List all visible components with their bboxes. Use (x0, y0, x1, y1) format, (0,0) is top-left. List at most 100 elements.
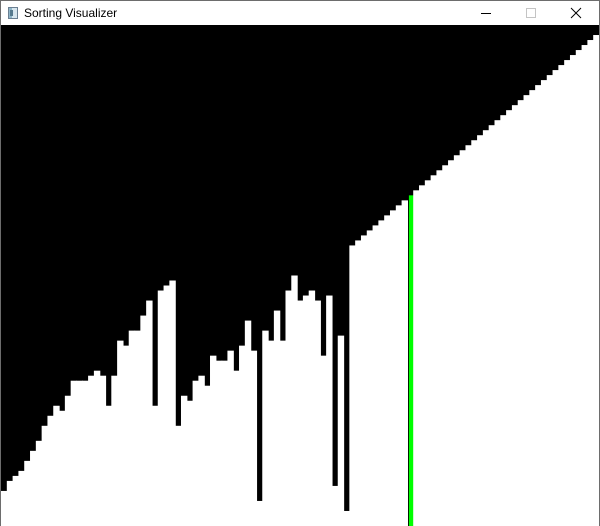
bar (401, 200, 409, 526)
bar (494, 120, 501, 526)
bar (343, 510, 350, 526)
bar (18, 470, 25, 526)
bar (500, 115, 507, 526)
bar (587, 40, 594, 526)
title-bar[interactable]: Sorting Visualizer (1, 1, 599, 25)
bar (459, 150, 467, 526)
bar (59, 410, 66, 526)
minimize-button[interactable] (463, 1, 509, 25)
bar (146, 300, 153, 526)
bar (76, 380, 83, 526)
bar (279, 340, 287, 526)
bar (210, 355, 217, 526)
bar (204, 385, 211, 526)
bar (30, 450, 37, 526)
bar (442, 165, 449, 526)
bar (558, 65, 565, 526)
bar (569, 55, 577, 526)
bar (308, 290, 316, 526)
bar (151, 405, 159, 526)
bar (134, 330, 141, 526)
bar (93, 370, 101, 526)
bar (436, 170, 443, 526)
bar (471, 140, 478, 526)
bar (268, 340, 275, 526)
bar (24, 460, 31, 526)
bar (302, 295, 310, 526)
bar (413, 190, 420, 526)
bar (35, 440, 43, 526)
bar (192, 380, 199, 526)
bar (169, 280, 176, 526)
bar (511, 105, 519, 526)
bar (366, 230, 374, 526)
bar (430, 175, 438, 526)
bar (389, 210, 397, 526)
sort-canvas (1, 25, 599, 526)
bar (564, 60, 571, 526)
bar (523, 95, 530, 526)
minimize-icon (481, 13, 491, 14)
bar (88, 375, 95, 526)
bar (250, 350, 258, 526)
bar (157, 290, 165, 526)
bar (99, 375, 107, 526)
bar (477, 135, 484, 526)
bar (117, 340, 124, 526)
bar (337, 335, 345, 526)
bar (314, 300, 321, 526)
bar (41, 425, 49, 526)
bar (593, 35, 599, 526)
maximize-button[interactable] (508, 1, 554, 25)
bar (349, 245, 356, 526)
bar (180, 395, 188, 526)
bar (64, 395, 72, 526)
bar (122, 345, 130, 526)
bar (546, 75, 554, 526)
bar (233, 370, 240, 526)
bar (326, 295, 333, 526)
bar (424, 180, 432, 526)
bar (419, 185, 426, 526)
bar (355, 240, 362, 526)
bar (111, 375, 118, 526)
bar (453, 155, 461, 526)
bar (448, 160, 455, 526)
bar (273, 310, 281, 526)
bar (517, 100, 525, 526)
bar (581, 45, 588, 526)
bar (378, 220, 385, 526)
bar (215, 360, 223, 526)
bar (395, 205, 403, 526)
bar (575, 50, 583, 526)
bar (360, 235, 368, 526)
bar (256, 500, 263, 526)
bar (163, 285, 170, 526)
bar (244, 320, 252, 526)
app-window: Sorting Visualizer (0, 0, 600, 526)
bar (384, 215, 391, 526)
bar (535, 85, 542, 526)
bar (198, 375, 205, 526)
bar (320, 355, 327, 526)
bar (239, 345, 246, 526)
bar (227, 350, 234, 526)
bar (175, 425, 182, 526)
bar-chart (1, 35, 599, 526)
bar (465, 145, 472, 526)
maximize-icon (526, 8, 536, 18)
close-icon (570, 7, 582, 19)
bar (262, 330, 269, 526)
bar (529, 90, 536, 526)
bar (1, 490, 8, 526)
bar (140, 315, 147, 526)
bar (6, 480, 14, 526)
bar (47, 415, 54, 526)
bar (482, 130, 490, 526)
close-button[interactable] (553, 1, 599, 25)
bar (82, 380, 89, 526)
bar (105, 405, 112, 526)
bar (186, 400, 194, 526)
bar (285, 290, 292, 526)
bar (552, 70, 559, 526)
